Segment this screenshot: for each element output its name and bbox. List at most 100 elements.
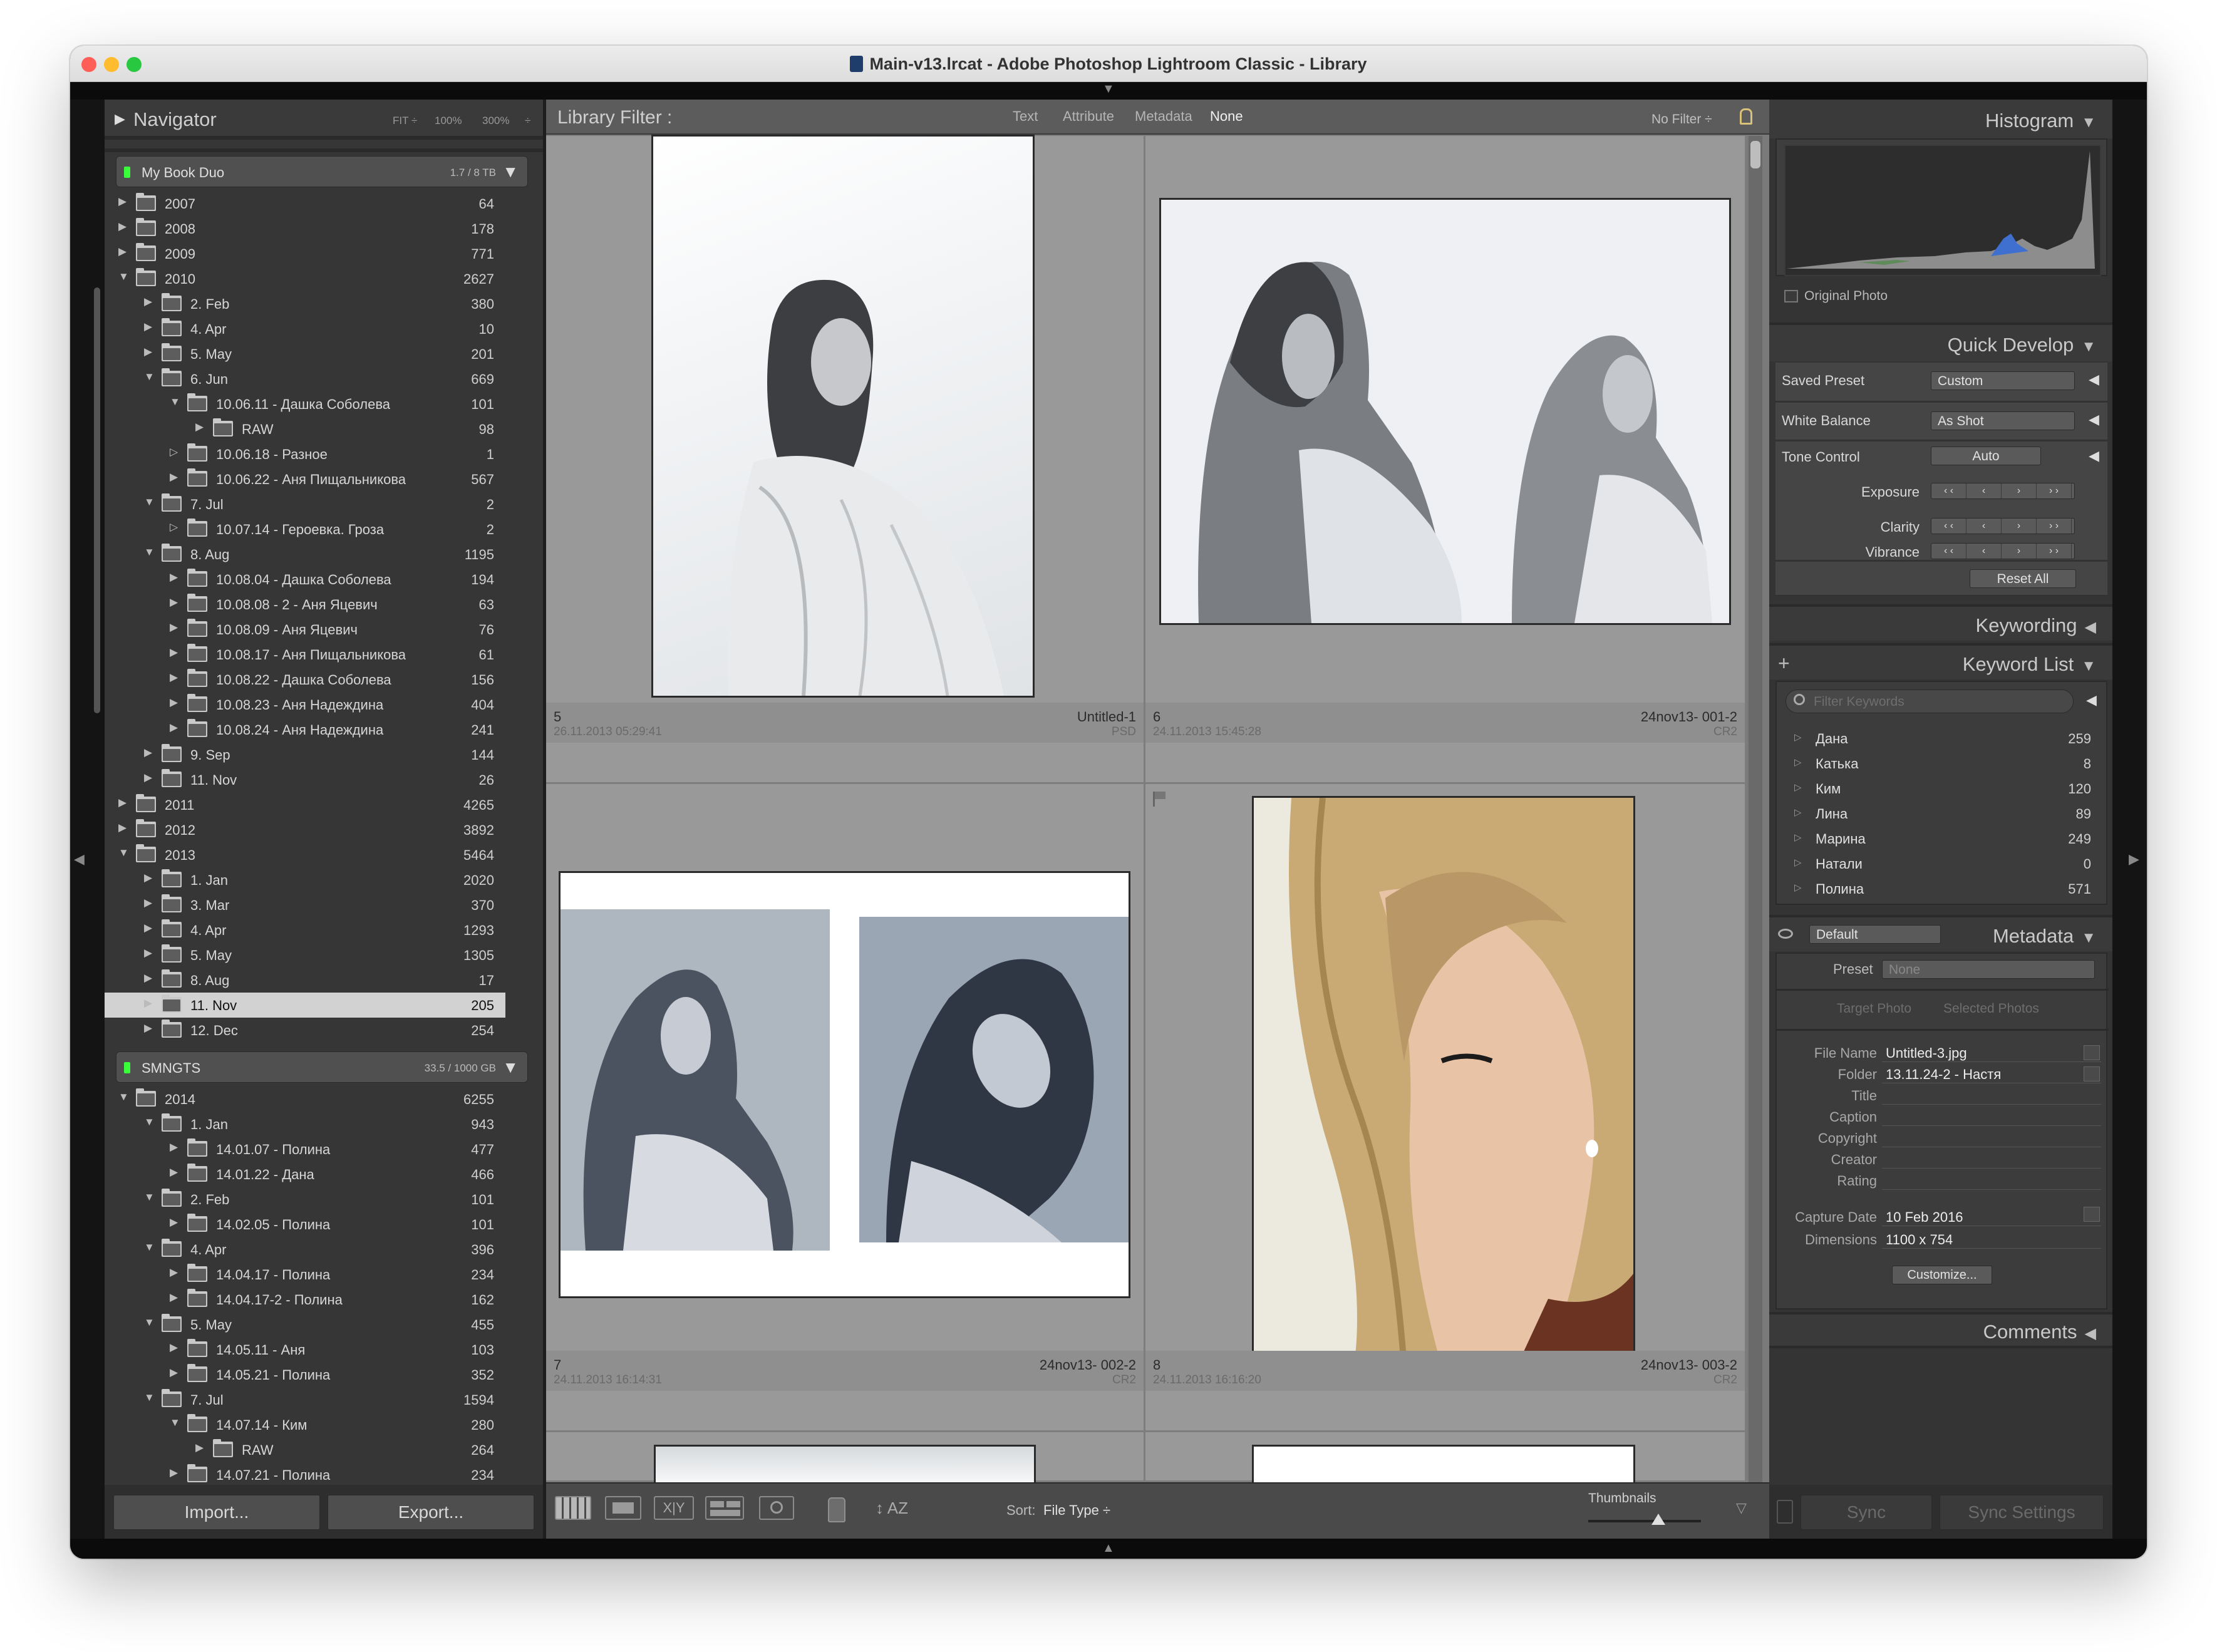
folder-disclosure-icon[interactable]: ▶ [170, 1291, 178, 1304]
folder-disclosure-icon[interactable]: ▶ [144, 922, 152, 934]
left-panel-toggle-strip[interactable]: ◀ [70, 100, 105, 1539]
filter-lock-icon[interactable] [1740, 108, 1752, 125]
folder-row[interactable]: ▶ 14.01.07 - Полина 477 [105, 1137, 505, 1162]
folder-disclosure-icon[interactable]: ▶ [170, 621, 178, 634]
metadata-field-box[interactable] [1882, 1171, 2101, 1190]
quick-develop-collapse-icon[interactable]: ▼ [2081, 338, 2096, 356]
metadata-field-value[interactable]: 10 Feb 2016 [1886, 1209, 1963, 1226]
folder-row[interactable]: ▼ 10.06.11 - Дашка Соболева 101 [105, 391, 505, 416]
capture-date-action-icon[interactable] [2084, 1207, 2100, 1222]
keyword-disclosure-icon[interactable]: ▷ [1794, 832, 1802, 843]
folder-row[interactable]: ▶ RAW 98 [105, 416, 505, 441]
clarity-dec-large[interactable]: ‹ ‹ [1931, 519, 1966, 534]
grid-scrollbar-thumb[interactable] [1750, 141, 1760, 168]
sync-settings-button[interactable]: Sync Settings [1940, 1495, 2104, 1530]
folder-row[interactable]: ▼ 1. Jan 943 [105, 1112, 505, 1137]
folder-row[interactable]: ▶ 3. Mar 370 [105, 892, 505, 917]
folder-row[interactable]: ▼ 2013 5464 [105, 842, 505, 867]
clarity-dec[interactable]: ‹ [1966, 519, 2002, 534]
histogram-header[interactable]: Histogram ▼ [1769, 100, 2112, 138]
comments-expand-icon[interactable]: ◀ [2085, 1324, 2096, 1343]
metadata-field-box[interactable] [1882, 1086, 2101, 1105]
keyword-disclosure-icon[interactable]: ▷ [1794, 782, 1802, 793]
keyword-list-header[interactable]: + Keyword List ▼ [1769, 643, 2112, 679]
folder-disclosure-icon[interactable]: ▶ [144, 872, 152, 884]
folder-disclosure-icon[interactable]: ▼ [144, 546, 155, 559]
folder-disclosure-icon[interactable]: ▶ [170, 1366, 178, 1379]
folder-row[interactable]: ▶ 14.02.05 - Полина 101 [105, 1212, 505, 1237]
target-photo-tab[interactable]: Target Photo [1837, 1001, 1911, 1016]
folder-row[interactable]: ▶ 4. Apr 10 [105, 316, 505, 341]
folder-row[interactable]: ▶ 10.08.22 - Дашка Соболева 156 [105, 667, 505, 692]
compare-view-icon[interactable]: X|Y [654, 1496, 694, 1520]
navigator-collapse-icon[interactable]: ▶ [115, 111, 125, 127]
folder-row[interactable]: ▶ 2. Feb 380 [105, 291, 505, 316]
keywording-header[interactable]: Keywording ◀ [1769, 604, 2112, 641]
vibrance-dec-large[interactable]: ‹ ‹ [1931, 544, 1966, 559]
exposure-dec-large[interactable]: ‹ ‹ [1931, 483, 1966, 498]
vibrance-inc-large[interactable]: › › [2037, 544, 2072, 559]
folder-disclosure-icon[interactable]: ▼ [170, 1417, 180, 1429]
filter-tab-attribute[interactable]: Attribute [1063, 108, 1114, 125]
folder-row[interactable]: ▷ 10.06.18 - Разное 1 [105, 441, 505, 467]
import-button[interactable]: Import... [113, 1495, 320, 1530]
filmstrip-toggle-strip[interactable]: ▲ [70, 1539, 2147, 1559]
toolbar-menu-icon[interactable]: ▽ [1736, 1500, 1747, 1516]
folder-row[interactable]: ▶ 14.07.21 - Полина 234 [105, 1462, 505, 1482]
folder-disclosure-icon[interactable]: ▶ [170, 1216, 178, 1229]
folder-disclosure-icon[interactable]: ▶ [144, 746, 152, 759]
folder-row[interactable]: ▼ 5. May 455 [105, 1312, 505, 1337]
folder-disclosure-icon[interactable]: ▶ [195, 421, 204, 433]
folder-disclosure-icon[interactable]: ▶ [170, 596, 178, 609]
filter-tab-text[interactable]: Text [1013, 108, 1038, 125]
grid-cell-8[interactable]: 8 24.11.2013 16:16:20 24nov13- 003-2 CR2 [1145, 784, 1747, 1432]
folder-disclosure-icon[interactable]: ▶ [118, 195, 127, 208]
folder-disclosure-icon[interactable]: ▶ [170, 721, 178, 734]
folder-row[interactable]: ▶ RAW 264 [105, 1437, 505, 1462]
folder-row[interactable]: ▶ 14.04.17 - Полина 234 [105, 1262, 505, 1287]
folder-disclosure-icon[interactable]: ▶ [144, 1022, 152, 1035]
filter-tab-metadata[interactable]: Metadata [1135, 108, 1192, 125]
folder-disclosure-icon[interactable]: ▼ [144, 371, 155, 383]
folder-disclosure-icon[interactable]: ▶ [170, 671, 178, 684]
folder-disclosure-icon[interactable]: ▶ [144, 972, 152, 984]
folder-row[interactable]: ▼ 14.07.14 - Ким 280 [105, 1412, 505, 1437]
keyword-disclosure-icon[interactable]: ▷ [1794, 807, 1802, 818]
top-panel-toggle-icon[interactable]: ▼ [1102, 82, 1115, 96]
loupe-view-icon[interactable] [605, 1496, 641, 1520]
auto-tone-button[interactable]: Auto [1931, 447, 2041, 465]
customize-button[interactable]: Customize... [1892, 1266, 1992, 1284]
keyword-row[interactable]: ▷ Дана 259 [1775, 726, 2107, 751]
metadata-field-box[interactable] [1882, 1150, 2101, 1169]
clarity-inc[interactable]: › [2002, 519, 2037, 534]
histogram-collapse-icon[interactable]: ▼ [2081, 114, 2096, 132]
metadata-header[interactable]: Default Metadata ▼ [1769, 915, 2112, 951]
folder-disclosure-icon[interactable]: ▶ [118, 245, 127, 258]
metadata-field-value[interactable]: 13.11.24-2 - Настя [1886, 1066, 2001, 1083]
folder-disclosure-icon[interactable]: ▼ [118, 847, 129, 859]
survey-view-icon[interactable] [705, 1496, 744, 1520]
keywording-expand-icon[interactable]: ◀ [2085, 618, 2096, 636]
grid-view-icon[interactable] [555, 1496, 591, 1520]
zoom-more[interactable]: ÷ [525, 115, 530, 127]
file-name-action-icon[interactable] [2084, 1045, 2100, 1060]
painter-spray-icon[interactable] [828, 1497, 845, 1522]
folder-row[interactable]: ▶ 4. Apr 1293 [105, 917, 505, 942]
folder-row[interactable]: ▼ 7. Jul 1594 [105, 1387, 505, 1412]
right-panel-toggle-strip[interactable]: ▶ [2112, 100, 2147, 1539]
folder-row[interactable]: ▼ 2010 2627 [105, 266, 505, 291]
thumbnail-size-knob[interactable] [1651, 1514, 1665, 1525]
export-button[interactable]: Export... [328, 1495, 534, 1530]
folder-row[interactable]: ▼ 4. Apr 396 [105, 1237, 505, 1262]
saved-preset-select[interactable]: Custom [1931, 371, 2075, 390]
folder-disclosure-icon[interactable]: ▼ [144, 1116, 155, 1128]
grid-cell-6[interactable]: 6 24.11.2013 15:45:28 24nov13- 001-2 CR2 [1145, 136, 1747, 784]
thumbnail-photo-7[interactable] [559, 871, 1130, 1298]
keyword-row[interactable]: ▷ Ким 120 [1775, 776, 2107, 801]
zoom-fit[interactable]: FIT ÷ [393, 115, 417, 127]
folder-row[interactable]: ▶ 1. Jan 2020 [105, 867, 505, 892]
exposure-stepper[interactable]: ‹ ‹ ‹ › › › [1931, 483, 2075, 499]
folder-row[interactable]: ▶ 2012 3892 [105, 817, 505, 842]
metadata-collapse-icon[interactable]: ▼ [2081, 929, 2096, 947]
folder-disclosure-icon[interactable]: ▶ [144, 346, 152, 358]
